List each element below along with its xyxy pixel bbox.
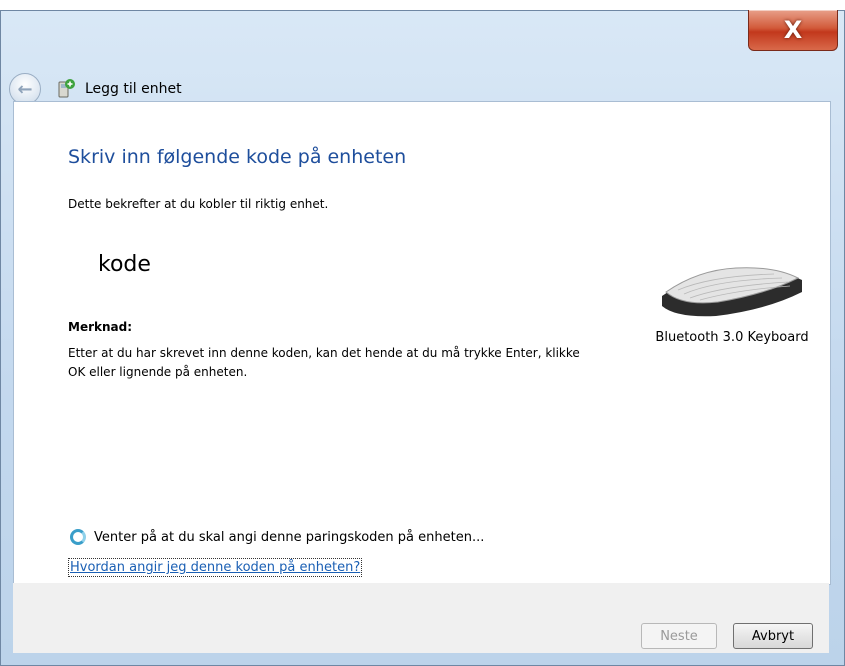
busy-spinner-icon — [70, 529, 86, 545]
next-button[interactable]: Neste — [641, 623, 717, 649]
footer: Neste Avbryt — [13, 583, 829, 653]
window-title: Legg til enhet — [85, 81, 182, 97]
close-icon: X — [783, 16, 803, 44]
help-link[interactable]: Hvordan angir jeg denne koden på enheten… — [67, 558, 363, 577]
device-name: Bluetooth 3.0 Keyboard — [655, 330, 809, 345]
status-row: Venter på at du skal angi denne paringsk… — [70, 529, 484, 545]
note-title: Merknad: — [68, 320, 133, 334]
close-button[interactable]: X — [748, 10, 838, 51]
back-arrow-icon: ← — [17, 78, 33, 100]
add-device-window: X ← Legg til enhet Skriv inn følgende ko… — [0, 10, 845, 666]
pairing-code: kode — [98, 252, 151, 277]
description-text: Dette bekrefter at du kobler til riktig … — [68, 197, 329, 211]
status-text: Venter på at du skal angi denne paringsk… — [94, 529, 485, 545]
content-panel: Skriv inn følgende kode på enheten Dette… — [13, 101, 831, 585]
note-text: Etter at du har skrevet inn denne koden,… — [68, 346, 580, 379]
page-heading: Skriv inn følgende kode på enheten — [68, 146, 407, 168]
add-device-icon — [55, 78, 77, 100]
cancel-button[interactable]: Avbryt — [733, 623, 813, 649]
keyboard-icon — [656, 258, 806, 318]
